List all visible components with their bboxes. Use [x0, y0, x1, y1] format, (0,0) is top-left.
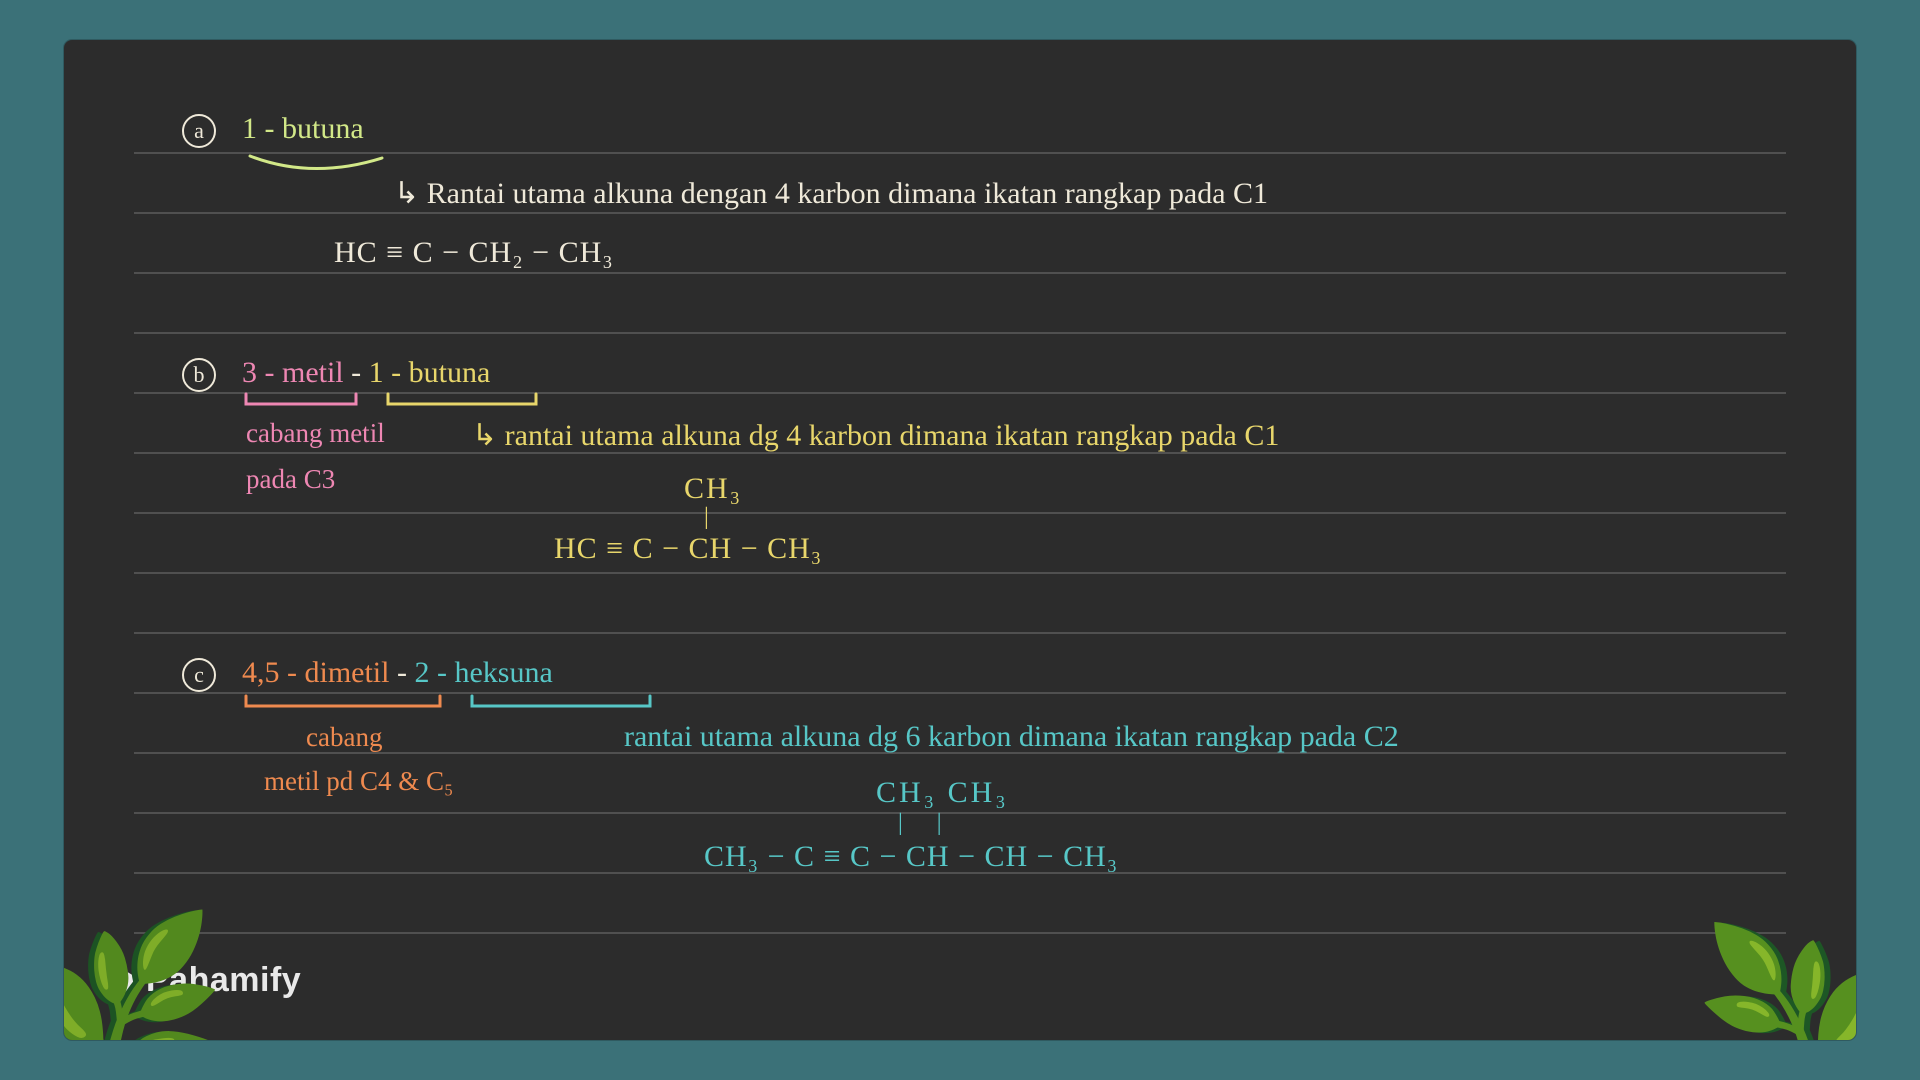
title-c: 4,5 - dimetil - 2 - heksuna	[242, 656, 1776, 690]
chalkboard: a 1 - butuna ↳ Rantai utama alkuna denga…	[64, 40, 1856, 1040]
formula-b: HC ≡ C − CH − CH₃	[554, 532, 1776, 566]
bar-c: | |	[898, 810, 1776, 837]
leaf-icon: 🌿	[1683, 930, 1856, 1040]
formula-a: HC ≡ C − CH₂ − CH₃	[334, 236, 1776, 270]
leaf-icon: 🌿	[64, 917, 239, 1040]
title-b-branch: 3 - metil	[242, 356, 344, 389]
underline-a	[242, 152, 392, 178]
title-b: 3 - metil - 1 - butuna	[242, 356, 1776, 390]
bracket-c-cyan	[468, 696, 658, 716]
sub-c: CH₃ CH₃	[876, 776, 1776, 810]
sub-b: CH₃	[684, 472, 1776, 506]
bracket-c-orange	[242, 696, 448, 716]
marker-c: c	[182, 658, 216, 692]
formula-c: CH₃ − C ≡ C − CH − CH − CH₃	[704, 840, 1776, 874]
bracket-b-pink	[242, 394, 366, 414]
note-a: ↳ Rantai utama alkuna dengan 4 karbon di…	[394, 176, 1776, 211]
notes-content: a 1 - butuna ↳ Rantai utama alkuna denga…	[64, 40, 1856, 1040]
title-c-branch: 4,5 - dimetil	[242, 656, 389, 689]
title-b-main: 1 - butuna	[369, 356, 491, 389]
title-c-main: 2 - heksuna	[414, 656, 552, 689]
title-a: 1 - butuna	[242, 112, 1776, 146]
note-c: rantai utama alkuna dg 6 karbon dimana i…	[624, 720, 1776, 754]
bar-b: |	[704, 504, 1776, 531]
marker-b: b	[182, 358, 216, 392]
marker-a: a	[182, 114, 216, 148]
note-b: ↳ rantai utama alkuna dg 4 karbon dimana…	[472, 418, 1776, 453]
bracket-b-yellow	[384, 394, 544, 414]
